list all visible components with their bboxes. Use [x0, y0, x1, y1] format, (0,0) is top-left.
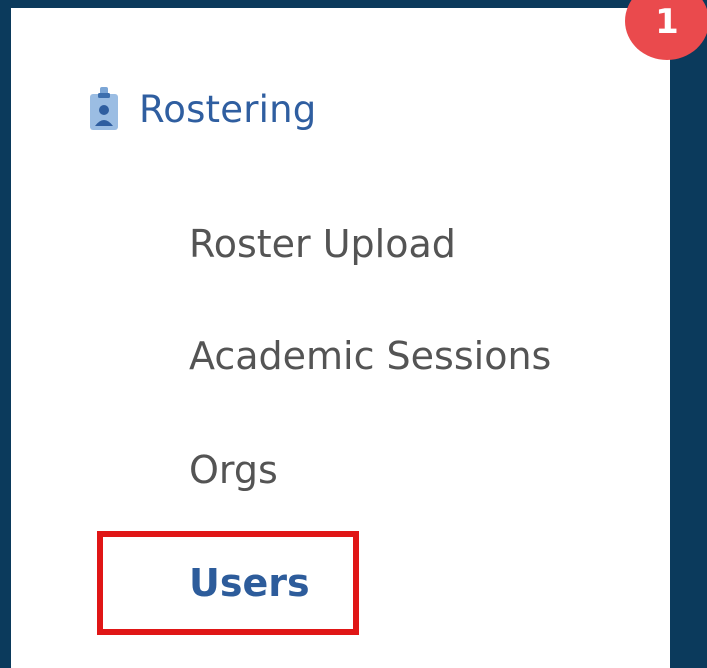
rostering-section-header[interactable]: Rostering: [89, 78, 316, 140]
rostering-label: Rostering: [139, 87, 317, 131]
id-badge-icon: [89, 84, 119, 134]
nav-item-academic-sessions[interactable]: Academic Sessions: [189, 334, 551, 378]
sidebar-panel: Rostering Roster Upload Academic Session…: [11, 8, 670, 668]
nav-item-users[interactable]: Users: [189, 561, 310, 605]
nav-item-roster-upload[interactable]: Roster Upload: [189, 222, 456, 266]
nav-item-orgs[interactable]: Orgs: [189, 448, 278, 492]
